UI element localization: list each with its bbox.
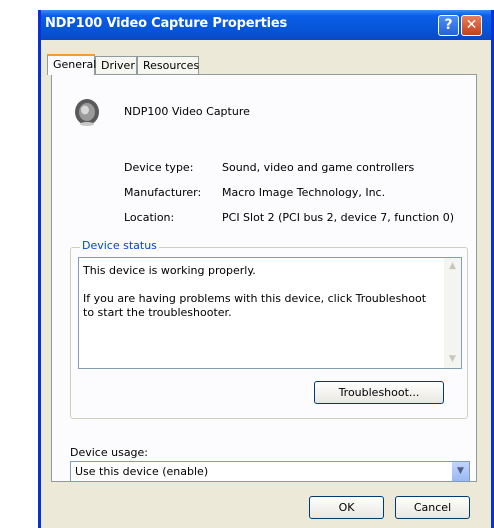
status-scrollbar[interactable]: ▲ ▼: [444, 258, 461, 368]
device-type-value: Sound, video and game controllers: [222, 161, 415, 174]
location-label: Location:: [124, 211, 175, 224]
device-usage-select[interactable]: Use this device (enable) ▼: [70, 461, 470, 482]
scroll-up-icon[interactable]: ▲: [444, 258, 461, 275]
chevron-down-icon[interactable]: ▼: [452, 462, 469, 481]
close-button[interactable]: ✕: [461, 15, 482, 36]
device-name: NDP100 Video Capture: [124, 105, 250, 118]
scroll-down-icon[interactable]: ▼: [444, 351, 461, 368]
help-button[interactable]: ?: [438, 15, 459, 36]
device-status-title: Device status: [80, 239, 159, 252]
troubleshoot-button[interactable]: Troubleshoot...: [314, 381, 444, 404]
device-status-text[interactable]: This device is working properly. If you …: [78, 257, 462, 369]
help-icon: ?: [444, 17, 453, 33]
location-value: PCI Slot 2 (PCI bus 2, device 7, functio…: [222, 211, 454, 224]
general-panel: NDP100 Video Capture Device type: Sound,…: [51, 74, 477, 482]
speaker-icon: [75, 99, 99, 126]
manufacturer-label: Manufacturer:: [124, 186, 202, 199]
ok-button[interactable]: OK: [309, 496, 384, 519]
window-title: NDP100 Video Capture Properties: [45, 16, 287, 31]
tab-driver[interactable]: Driver: [95, 56, 137, 74]
tab-resources[interactable]: Resources: [137, 56, 199, 74]
status-message: This device is working properly.: [83, 264, 256, 277]
status-hint: If you are having problems with this dev…: [83, 292, 427, 319]
close-icon: ✕: [465, 17, 478, 33]
device-type-label: Device type:: [124, 161, 194, 174]
tab-general[interactable]: General: [47, 54, 96, 75]
title-bar[interactable]: NDP100 Video Capture Properties ? ✕: [41, 10, 491, 40]
manufacturer-value: Macro Image Technology, Inc.: [222, 186, 386, 199]
cancel-button[interactable]: Cancel: [395, 496, 470, 519]
device-usage-value: Use this device (enable): [75, 465, 209, 478]
properties-dialog: NDP100 Video Capture Properties ? ✕ Gene…: [38, 10, 494, 528]
device-usage-label: Device usage:: [70, 446, 149, 459]
